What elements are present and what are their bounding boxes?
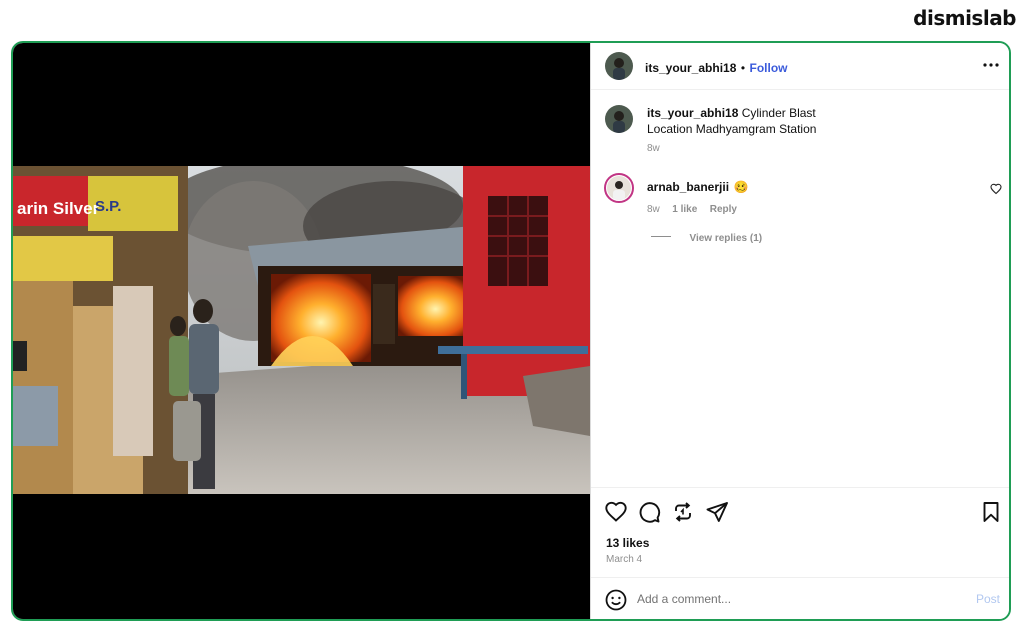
- send-icon[interactable]: [705, 500, 729, 524]
- comment-age: 8w: [647, 204, 660, 215]
- caption-age: 8w: [647, 143, 660, 154]
- likes-count[interactable]: 13 likes: [606, 536, 649, 550]
- post-comment-button[interactable]: Post: [976, 592, 1000, 606]
- emoji-icon[interactable]: [604, 588, 628, 612]
- comment-meta: 8w 1 like Reply: [647, 199, 737, 217]
- commenter-username[interactable]: arnab_banerjii: [647, 180, 729, 194]
- small-heart-icon[interactable]: [990, 182, 1002, 195]
- comment-input[interactable]: [637, 589, 957, 609]
- repost-icon[interactable]: [671, 500, 695, 524]
- author-username[interactable]: its_your_abhi18: [645, 61, 736, 75]
- view-replies[interactable]: View replies (1): [651, 228, 762, 246]
- comment-item: arnab_banerjii 🥴: [647, 178, 748, 196]
- author-line: its_your_abhi18 • Follow: [645, 59, 787, 77]
- separator-dot: •: [740, 61, 746, 75]
- post-header: its_your_abhi18 • Follow: [591, 43, 1009, 90]
- caption-line-1: Cylinder Blast: [741, 106, 816, 120]
- comment-reply-button[interactable]: Reply: [710, 204, 737, 215]
- comment-like-count[interactable]: 1 like: [672, 204, 697, 215]
- more-options-icon[interactable]: [980, 57, 1002, 73]
- dismislab-logo: dismislab: [913, 6, 1016, 30]
- caption-line-2: Location Madhyamgram Station: [647, 122, 817, 136]
- view-replies-label[interactable]: View replies (1): [689, 233, 762, 244]
- comment-icon[interactable]: [637, 500, 661, 524]
- video-player[interactable]: arin Silver S.P.: [13, 166, 590, 494]
- post-actions: 13 likes March 4 Post: [591, 487, 1009, 619]
- post-date: March 4: [606, 554, 643, 565]
- heart-icon[interactable]: [604, 500, 628, 524]
- shop-sign-text-2: S.P.: [95, 198, 121, 215]
- fire-scene-image: arin Silver S.P.: [13, 166, 590, 494]
- caption-username[interactable]: its_your_abhi18: [647, 106, 738, 120]
- commenter-avatar[interactable]: [604, 173, 634, 203]
- caption-author-avatar[interactable]: [605, 105, 633, 133]
- bookmark-icon[interactable]: [979, 500, 1003, 524]
- post-caption: its_your_abhi18 Cylinder Blast Location …: [647, 105, 987, 157]
- shop-sign-text: arin Silver: [17, 199, 100, 218]
- comment-composer: Post: [591, 577, 1009, 619]
- follow-button[interactable]: Follow: [749, 61, 787, 75]
- instagram-post-frame: arin Silver S.P. its_your_abhi18 • Follo…: [11, 41, 1011, 621]
- post-side-panel: its_your_abhi18 • Follow its_your_abhi18…: [590, 43, 1009, 619]
- media-area[interactable]: arin Silver S.P.: [13, 43, 590, 619]
- author-avatar[interactable]: [605, 52, 633, 80]
- replies-divider: [651, 236, 671, 238]
- comment-body: 🥴: [733, 180, 749, 194]
